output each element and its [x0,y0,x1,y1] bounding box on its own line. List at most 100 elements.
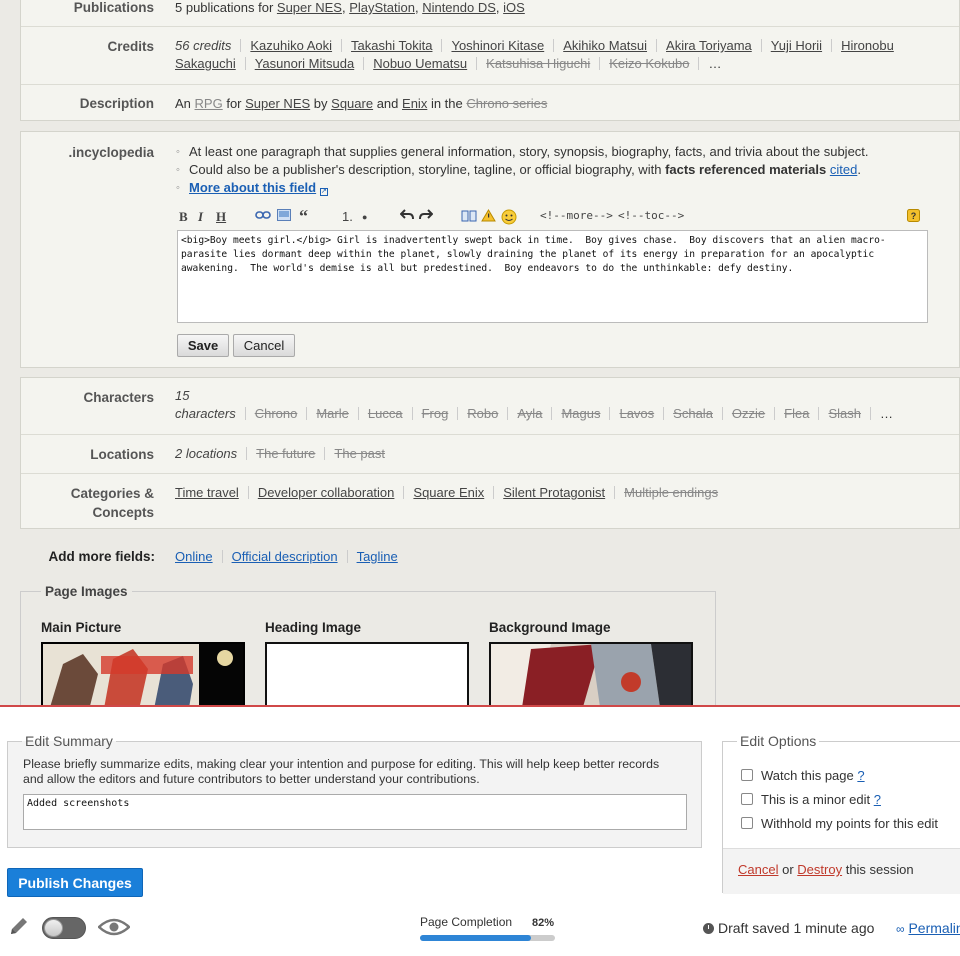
info-panel: Publications 5 publications for Super NE… [20,0,960,121]
credit-link[interactable]: Takashi Tokita [351,38,432,53]
category-link[interactable]: Square Enix [413,485,484,500]
credit-link[interactable]: Akihiko Matsui [563,38,647,53]
category-link-missing[interactable]: Multiple endings [624,485,718,500]
add-more-fields: Add more fields: Online Official descript… [0,549,960,569]
credit-link-missing[interactable]: Katsuhisa Higuchi [486,56,590,71]
warning-icon[interactable] [481,209,496,226]
unordered-list-button[interactable]: ● [362,209,367,225]
redo-icon[interactable] [419,209,434,225]
cited-link[interactable]: cited [830,162,857,177]
ordered-list-button[interactable]: 1. [342,209,353,224]
incyclopedia-panel: .incyclopedia At least one paragraph tha… [20,131,960,368]
edit-preview-toggle[interactable] [42,917,86,939]
character-link[interactable]: Magus [561,406,600,421]
save-button[interactable]: Save [177,334,229,357]
location-link[interactable]: The future [256,446,315,461]
quote-button[interactable]: “ [299,207,308,225]
italic-button[interactable]: I [198,209,203,225]
developer-link[interactable]: Enix [402,96,427,111]
toc-tag-button[interactable]: <!--toc--> [618,209,684,222]
credits-label: Credits [107,39,154,54]
credits-more[interactable]: … [708,56,721,71]
help-link[interactable]: ? [874,792,881,807]
completion-bar-fill [420,935,531,941]
incyclopedia-textarea[interactable]: <big>Boy meets girl.</big> Girl is inadv… [177,230,928,323]
more-about-field-link[interactable]: More about this field [189,180,316,195]
watch-option[interactable]: Watch this page ? [741,768,865,783]
cancel-session-link[interactable]: Cancel [738,862,778,877]
undo-icon[interactable] [399,209,414,225]
withhold-option[interactable]: Withhold my points for this edit [741,816,938,831]
platform-link[interactable]: Nintendo DS [422,0,496,15]
character-link[interactable]: Ozzie [732,406,765,421]
add-field-link[interactable]: Online [175,549,213,564]
minor-checkbox[interactable] [741,793,753,805]
genre-link[interactable]: RPG [195,96,223,111]
character-link[interactable]: Robo [467,406,498,421]
platform-link[interactable]: iOS [503,0,525,15]
emoji-icon[interactable] [501,209,517,229]
watch-checkbox[interactable] [741,769,753,781]
completion-bar [420,935,555,941]
heading-image-thumbnail[interactable] [265,642,469,705]
pencil-icon[interactable] [8,915,30,940]
platform-link[interactable]: Super NES [245,96,310,111]
permalink[interactable]: ∞ Permalink [896,920,960,936]
heading-button[interactable]: H [216,209,226,225]
category-link[interactable]: Developer collaboration [258,485,395,500]
book-icon[interactable] [461,209,477,226]
character-link[interactable]: Flea [784,406,809,421]
meta-panel: Characters 15 characters Chrono Marle Lucca… [20,377,960,529]
character-link[interactable]: Lucca [368,406,403,421]
category-link[interactable]: Silent Protagonist [503,485,605,500]
character-link[interactable]: Ayla [517,406,542,421]
main-picture-title: Main Picture [41,620,122,635]
incyclopedia-hints: At least one paragraph that supplies gen… [175,143,939,197]
edit-summary-legend: Edit Summary [22,733,116,749]
link-icon[interactable] [255,209,271,225]
row-categories: Categories & Concepts Time travel Develop… [21,474,959,529]
background-image-title: Background Image [489,620,611,635]
cancel-button[interactable]: Cancel [233,334,295,357]
characters-more[interactable]: … [880,406,893,421]
image-icon[interactable] [277,209,291,225]
row-description: Description An RPG for Super NES by Squa… [21,85,959,122]
credit-link[interactable]: Kazuhiko Aoki [250,38,332,53]
more-tag-button[interactable]: <!--more--> [540,209,613,222]
character-link[interactable]: Marle [316,406,349,421]
character-link[interactable]: Lavos [619,406,654,421]
help-link[interactable]: ? [857,768,864,783]
permalink-link[interactable]: Permalink [908,920,960,936]
credit-link[interactable]: Nobuo Uematsu [373,56,467,71]
background-image-thumbnail[interactable] [489,642,693,705]
platform-link[interactable]: Super NES [277,0,342,15]
series-link[interactable]: Chrono series [466,96,547,111]
credit-link[interactable]: Yasunori Mitsuda [255,56,354,71]
category-link[interactable]: Time travel [175,485,239,500]
publications-label: Publications [73,0,154,15]
withhold-checkbox[interactable] [741,817,753,829]
character-link[interactable]: Slash [828,406,861,421]
publish-button[interactable]: Publish Changes [7,868,143,897]
eye-icon[interactable] [97,917,131,940]
character-link[interactable]: Schala [673,406,713,421]
bold-button[interactable]: B [179,209,188,225]
credit-link[interactable]: Yoshinori Kitase [451,38,544,53]
credit-link[interactable]: Yuji Horii [771,38,822,53]
hint-item: At least one paragraph that supplies gen… [175,143,939,161]
credit-link[interactable]: Akira Toriyama [666,38,752,53]
main-picture-thumbnail[interactable] [41,642,245,705]
minor-option[interactable]: This is a minor edit ? [741,792,881,807]
row-publications: Publications 5 publications for Super NE… [21,0,959,27]
help-icon[interactable]: ? [907,209,920,226]
character-link[interactable]: Chrono [255,406,298,421]
destroy-session-link[interactable]: Destroy [797,862,842,877]
character-link[interactable]: Frog [422,406,449,421]
credit-link-missing[interactable]: Keizo Kokubo [609,56,689,71]
add-field-link[interactable]: Tagline [357,549,398,564]
location-link[interactable]: The past [334,446,385,461]
edit-summary-input[interactable]: Added screenshots [23,794,687,830]
developer-link[interactable]: Square [331,96,373,111]
add-field-link[interactable]: Official description [232,549,338,564]
platform-link[interactable]: PlayStation [349,0,415,15]
